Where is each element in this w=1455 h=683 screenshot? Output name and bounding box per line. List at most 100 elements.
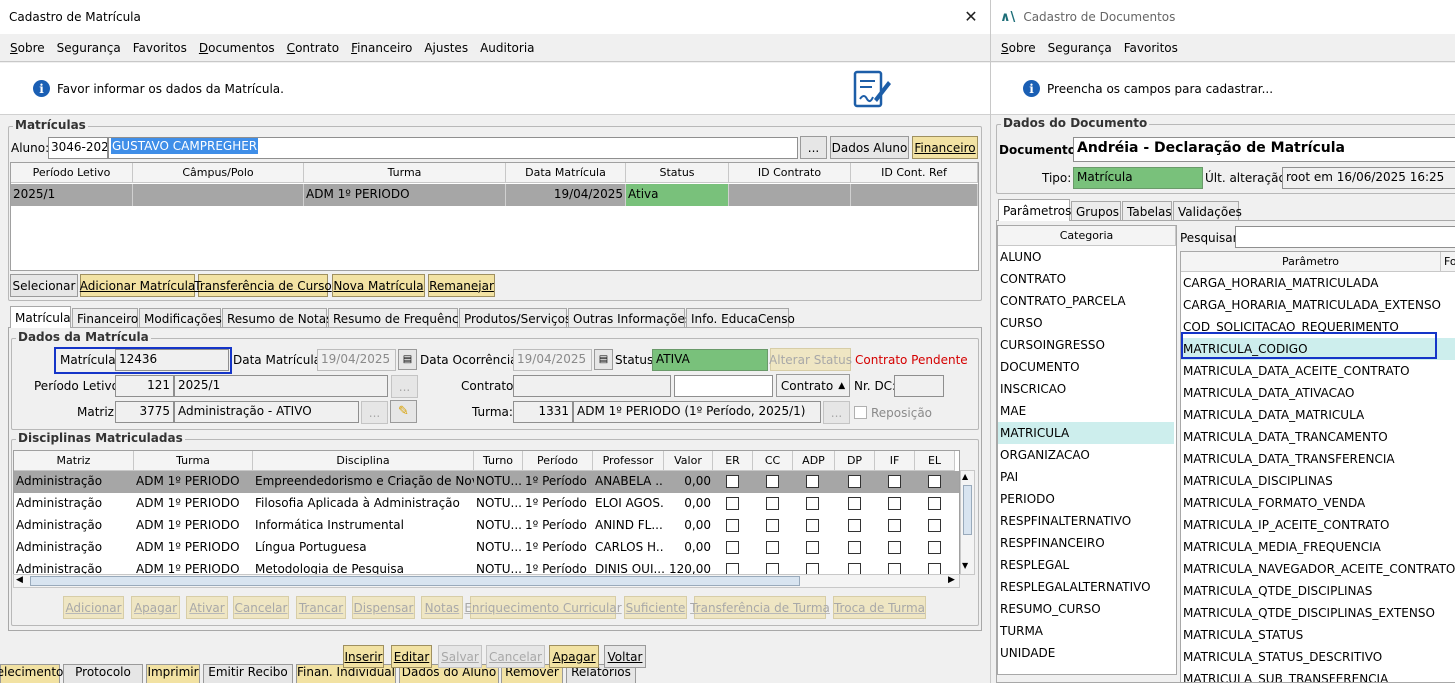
vertical-scrollbar[interactable]: ▲ ▼ (960, 470, 975, 575)
disciplina-checkbox-adp[interactable] (806, 497, 819, 510)
disciplina-checkbox-dp[interactable] (848, 519, 861, 532)
disciplina-checkbox-cc[interactable] (766, 519, 779, 532)
tab-outras-informacoes[interactable]: Outras Informações (568, 308, 691, 328)
categoria-item-respfinalternativo[interactable]: RESPFINALTERNATIVO (998, 510, 1174, 532)
disciplina-checkbox-el[interactable] (928, 519, 941, 532)
tab-financeiro[interactable]: Financeiro (72, 308, 138, 328)
tab-info-educacenso[interactable]: Info. EducaCenso (686, 308, 795, 328)
bottom-inserir-button[interactable]: Inserir (343, 645, 384, 668)
disciplina-checkbox-dp[interactable] (848, 541, 861, 554)
disciplina-checkbox-el[interactable] (928, 475, 941, 488)
categoria-item-turma[interactable]: TURMA (998, 620, 1174, 642)
scroll-left-icon[interactable]: ◀ (16, 575, 23, 585)
matriculas-col-data-matricula[interactable]: Data Matrícula (506, 163, 626, 183)
disciplinas-col-periodo[interactable]: Período (523, 451, 593, 471)
disciplinas-col-turma[interactable]: Turma (134, 451, 253, 471)
disciplina-transferencia-de-turma-button[interactable]: Transferência de Turma (690, 596, 830, 619)
close-icon[interactable]: ✕ (961, 7, 981, 26)
tab-matricula[interactable]: Matrícula (10, 306, 71, 328)
categoria-item-organizacao[interactable]: ORGANIZACAO (998, 444, 1174, 466)
parametro-item-matricula-status-descritivo[interactable]: MATRICULA_STATUS_DESCRITIVO (1181, 646, 1455, 668)
categoria-item-contrato-parcela[interactable]: CONTRATO_PARCELA (998, 290, 1174, 312)
disciplina-notas-button[interactable]: Notas (421, 596, 463, 619)
disciplina-checkbox-cc[interactable] (766, 497, 779, 510)
menu-favoritos[interactable]: Favoritos (133, 41, 187, 55)
categoria-item-contrato[interactable]: CONTRATO (998, 268, 1174, 290)
disciplinas-col-disciplina[interactable]: Disciplina (253, 451, 474, 471)
matriculas-cell-periodo[interactable]: 2025/1 (11, 184, 133, 206)
tab-resumo-de-frequencia[interactable]: Resumo de Frequência (328, 308, 469, 328)
disciplinas-col-er[interactable]: ER (713, 451, 753, 471)
matriculas-col-periodo-letivo[interactable]: Período Letivo (11, 163, 133, 183)
disciplina-ativar-button[interactable]: Ativar (186, 596, 228, 619)
bottom-cancelar-button[interactable]: Cancelar (486, 645, 545, 668)
disciplinas-col-dp[interactable]: DP (835, 451, 875, 471)
parametro-item-matricula-data-transferencia[interactable]: MATRICULA_DATA_TRANSFERENCIA (1181, 448, 1455, 470)
horizontal-scrollbar[interactable]: ◀ ▶ (13, 574, 960, 588)
categoria-item-resplegalalternativo[interactable]: RESPLEGALALTERNATIVO (998, 576, 1174, 598)
selecionar-button[interactable]: Selecionar (10, 274, 78, 297)
parametro-item-matricula-data-matricula[interactable]: MATRICULA_DATA_MATRICULA (1181, 404, 1455, 426)
parametro-item-carga-horaria-matriculada[interactable]: CARGA_HORARIA_MATRICULADA (1181, 272, 1455, 294)
menu-seguranca[interactable]: Segurança (57, 41, 121, 55)
disciplina-cancelar-button[interactable]: Cancelar (233, 596, 289, 619)
tipo-field[interactable]: Matrícula (1073, 167, 1203, 189)
aluno-code-field[interactable]: 3046-2022 (48, 137, 108, 159)
disciplina-checkbox-dp[interactable] (848, 475, 861, 488)
disciplina-trancar-button[interactable]: Trancar (296, 596, 346, 619)
disciplina-checkbox-dp[interactable] (848, 497, 861, 510)
tab-validacoes[interactable]: Validações (1173, 201, 1242, 221)
matriculas-cell-status[interactable]: Ativa (626, 184, 729, 206)
scroll-right-icon[interactable]: ▶ (948, 575, 955, 585)
parametro-item-matricula-data-ativacao[interactable]: MATRICULA_DATA_ATIVACAO (1181, 382, 1455, 404)
categoria-item-matricula[interactable]: MATRICULA (998, 422, 1174, 444)
categoria-item-pai[interactable]: PAI (998, 466, 1174, 488)
menu-sobre[interactable]: Sobre (10, 41, 45, 55)
disciplina-checkbox-if[interactable] (888, 475, 901, 488)
disciplina-checkbox-er[interactable] (726, 541, 739, 554)
aluno-name-field[interactable]: GUSTAVO CAMPREGHER (108, 137, 798, 159)
disciplina-checkbox-er[interactable] (726, 519, 739, 532)
disciplina-checkbox-el[interactable] (928, 497, 941, 510)
disciplina-checkbox-adp[interactable] (806, 475, 819, 488)
disciplina-troca-de-turma-button[interactable]: Troca de Turma (833, 596, 926, 619)
disciplinas-col-cc[interactable]: CC (753, 451, 793, 471)
disciplinas-col-if[interactable]: IF (875, 451, 915, 471)
disciplina-checkbox-if[interactable] (888, 541, 901, 554)
parametro-item-matricula-data-aceite-contrato[interactable]: MATRICULA_DATA_ACEITE_CONTRATO (1181, 360, 1455, 382)
disciplinas-col-matriz[interactable]: Matriz (14, 451, 134, 471)
dados-aluno-button[interactable]: Dados Aluno (830, 136, 909, 159)
categoria-item-respfinanceiro[interactable]: RESPFINANCEIRO (998, 532, 1174, 554)
matriculas-cell-data[interactable]: 19/04/2025 (506, 184, 626, 206)
footer-imprimir-button[interactable]: Imprimir (146, 664, 200, 683)
disciplinas-col-el[interactable]: EL (915, 451, 955, 471)
scroll-up-icon[interactable]: ▲ (962, 472, 968, 481)
disciplina-apagar-button[interactable]: Apagar (131, 596, 180, 619)
disciplinas-col-adp[interactable]: ADP (793, 451, 835, 471)
categoria-item-cursoingresso[interactable]: CURSOINGRESSO (998, 334, 1174, 356)
aluno-lookup-button[interactable]: ... (800, 136, 827, 159)
categoria-item-resumo-curso[interactable]: RESUMO_CURSO (998, 598, 1174, 620)
disciplinas-col-valor[interactable]: Valor (664, 451, 713, 471)
parametro-header[interactable]: Parâmetro (1181, 252, 1441, 272)
bottom-salvar-button[interactable]: Salvar (438, 645, 482, 668)
documento-field[interactable]: Andréia - Declaração de Matrícula (1073, 137, 1455, 162)
parametro-item-matricula-media-frequencia[interactable]: MATRICULA_MEDIA_FREQUENCIA (1181, 536, 1455, 558)
disciplina-dispensar-button[interactable]: Dispensar (352, 596, 415, 619)
parametro-item-matricula-ip-aceite-contrato[interactable]: MATRICULA_IP_ACEITE_CONTRATO (1181, 514, 1455, 536)
categoria-list[interactable]: Categoria ALUNO CONTRATO CONTRATO_PARCELA CU… (997, 225, 1177, 675)
menu-favoritos[interactable]: Favoritos (1124, 41, 1178, 55)
footer-protocolo-button[interactable]: Protocolo (63, 664, 143, 683)
matriculas-cell-id_contrato[interactable] (729, 184, 851, 206)
nova-matricula-button[interactable]: Nova Matrícula (332, 274, 425, 297)
categoria-item-aluno[interactable]: ALUNO (998, 246, 1174, 268)
matriculas-col-id-cont-ref[interactable]: ID Cont. Ref (851, 163, 978, 183)
parametro-item-matricula-navegador-aceite-contrato[interactable]: MATRICULA_NAVEGADOR_ACEITE_CONTRATO (1181, 558, 1455, 580)
matriculas-col-campus-polo[interactable]: Câmpus/Polo (133, 163, 304, 183)
categoria-item-unidade[interactable]: UNIDADE (998, 642, 1174, 664)
categoria-item-documento[interactable]: DOCUMENTO (998, 356, 1174, 378)
disciplina-checkbox-el[interactable] (928, 541, 941, 554)
disciplina-checkbox-cc[interactable] (766, 475, 779, 488)
parametro-item-matricula-data-trancamento[interactable]: MATRICULA_DATA_TRANCAMENTO (1181, 426, 1455, 448)
remanejar-button[interactable]: Remanejar (428, 274, 495, 297)
